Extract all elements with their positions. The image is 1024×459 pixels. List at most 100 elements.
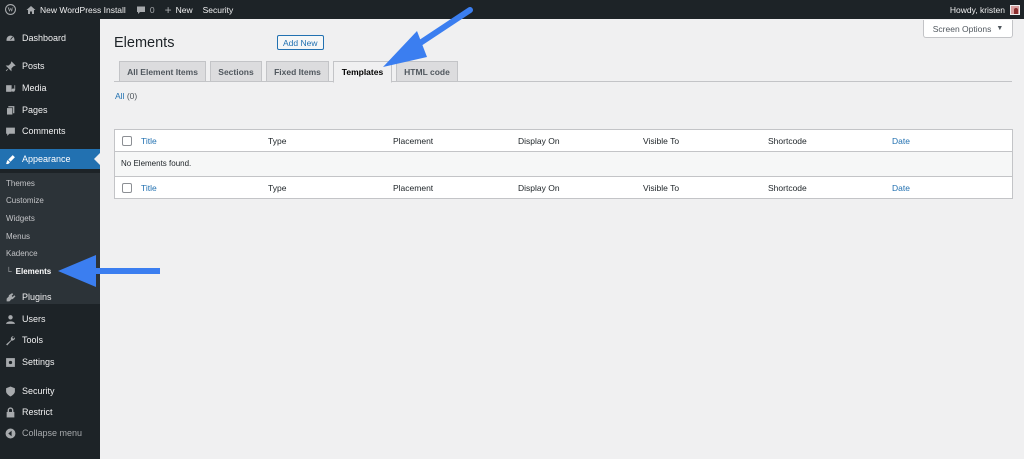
column-visible-to: Visible To [643, 136, 680, 146]
howdy-text: Howdy, kristen [949, 4, 1005, 15]
submenu-item-widgets[interactable]: Widgets [6, 214, 35, 223]
sidebar-item-label: Comments [22, 126, 66, 136]
sidebar-item-comments[interactable]: Comments [0, 121, 100, 141]
sidebar-item-label: Media [22, 83, 47, 93]
select-all-checkbox-footer[interactable] [122, 183, 132, 193]
screen-options-button[interactable]: Screen Options ▼ [923, 20, 1013, 38]
sidebar-item-settings[interactable]: Settings [0, 352, 100, 372]
sidebar-item-dashboard[interactable]: Dashboard [0, 28, 100, 48]
sidebar-item-label: Tools [22, 335, 44, 345]
submenu-item-elements[interactable]: └ Elements [6, 267, 51, 276]
new-label: New [175, 4, 193, 15]
admin-sidebar: Dashboard Posts Media Pages Comments App… [0, 19, 100, 459]
column-display-on: Display On [518, 136, 560, 146]
media-icon [5, 83, 16, 94]
lock-icon [5, 406, 16, 418]
home-icon [26, 5, 36, 14]
submenu-marker: └ [6, 267, 12, 276]
sidebar-item-users[interactable]: Users [0, 309, 100, 329]
site-name-link[interactable]: New WordPress Install [21, 0, 131, 19]
sidebar-item-label: Posts [22, 61, 45, 71]
sidebar-item-label: Plugins [22, 292, 52, 302]
pin-icon [5, 60, 16, 72]
sidebar-item-pages[interactable]: Pages [0, 100, 100, 120]
sidebar-item-posts[interactable]: Posts [0, 56, 100, 76]
settings-icon [5, 357, 16, 368]
sidebar-item-label: Users [22, 314, 46, 324]
submenu-item-customize[interactable]: Customize [6, 196, 44, 205]
column-title[interactable]: Title [141, 183, 157, 193]
column-visible-to: Visible To [643, 183, 680, 193]
dashboard-icon [5, 33, 16, 44]
tab-sections[interactable]: Sections [210, 61, 262, 82]
annotation-arrow-elements [58, 255, 160, 287]
page-title: Elements [114, 35, 175, 51]
tab-fixed-items[interactable]: Fixed Items [266, 61, 329, 82]
users-icon [5, 314, 16, 325]
table-header-row: Title Type Placement Display On Visible … [115, 130, 1012, 152]
wrench-icon [5, 335, 16, 346]
element-type-tabs: All Element Items Sections Fixed Items T… [114, 60, 1012, 83]
security-link[interactable]: Security [198, 0, 239, 19]
paintbrush-icon [5, 154, 16, 165]
column-date[interactable]: Date [892, 183, 910, 193]
empty-message: No Elements found. [121, 159, 192, 168]
column-display-on: Display On [518, 183, 560, 193]
column-shortcode: Shortcode [768, 136, 807, 146]
wordpress-logo-icon[interactable]: W [0, 0, 21, 19]
submenu-item-themes[interactable]: Themes [6, 179, 35, 188]
column-date[interactable]: Date [892, 136, 910, 146]
account-menu[interactable]: Howdy, kristen [945, 0, 1024, 19]
comment-icon [136, 6, 145, 14]
filter-all-link[interactable]: All [115, 91, 124, 101]
sidebar-item-label: Collapse menu [22, 428, 83, 438]
sidebar-item-label: Security [22, 386, 55, 396]
add-new-button[interactable]: Add New [277, 35, 324, 50]
sidebar-item-label: Pages [22, 105, 48, 115]
sidebar-item-label: Settings [22, 357, 55, 367]
status-filter: All (0) [115, 91, 137, 101]
comments-link[interactable]: 0 [131, 0, 160, 19]
collapse-menu-button[interactable]: Collapse menu [0, 423, 100, 443]
avatar [1010, 4, 1020, 15]
tab-all-element-items[interactable]: All Element Items [119, 61, 206, 82]
sidebar-item-label: Dashboard [22, 33, 67, 43]
sidebar-item-appearance[interactable]: Appearance [0, 149, 100, 169]
site-name: New WordPress Install [40, 4, 126, 15]
select-all-checkbox[interactable] [122, 136, 132, 146]
annotation-arrow-templates [383, 7, 473, 67]
sidebar-item-label: Appearance [22, 154, 71, 164]
sidebar-item-security[interactable]: Security [0, 381, 100, 401]
shield-icon [5, 386, 16, 397]
svg-text:W: W [7, 8, 13, 14]
column-shortcode: Shortcode [768, 183, 807, 193]
screen-options-label: Screen Options [932, 23, 992, 34]
admin-bar: W New WordPress Install 0 + New Security… [0, 0, 1024, 19]
column-title[interactable]: Title [141, 136, 157, 146]
submenu-item-label: Elements [15, 267, 52, 276]
new-content-link[interactable]: + New [160, 0, 198, 19]
table-empty-row: No Elements found. [115, 152, 1012, 176]
filter-count: (0) [126, 91, 138, 101]
collapse-icon [5, 428, 16, 439]
plus-icon: + [164, 2, 172, 17]
sidebar-item-label: Restrict [22, 407, 53, 417]
submenu-item-kadence[interactable]: Kadence [6, 249, 38, 258]
sidebar-item-restrict[interactable]: Restrict [0, 402, 100, 422]
main-content: Screen Options ▼ Elements Add New All El… [100, 19, 1024, 459]
sidebar-item-plugins[interactable]: Plugins [0, 287, 100, 307]
column-type: Type [268, 136, 287, 146]
elements-table: Title Type Placement Display On Visible … [114, 129, 1013, 199]
pages-icon [5, 105, 16, 116]
submenu-item-menus[interactable]: Menus [6, 232, 30, 241]
column-placement: Placement [393, 136, 434, 146]
column-type: Type [268, 183, 287, 193]
comments-count: 0 [149, 4, 155, 15]
plugin-icon [5, 292, 16, 303]
sidebar-item-tools[interactable]: Tools [0, 330, 100, 350]
triangle-down-icon: ▼ [996, 25, 1004, 32]
table-footer-row: Title Type Placement Display On Visible … [115, 176, 1012, 198]
comment-icon [5, 126, 16, 137]
column-placement: Placement [393, 183, 434, 193]
sidebar-item-media[interactable]: Media [0, 78, 100, 98]
